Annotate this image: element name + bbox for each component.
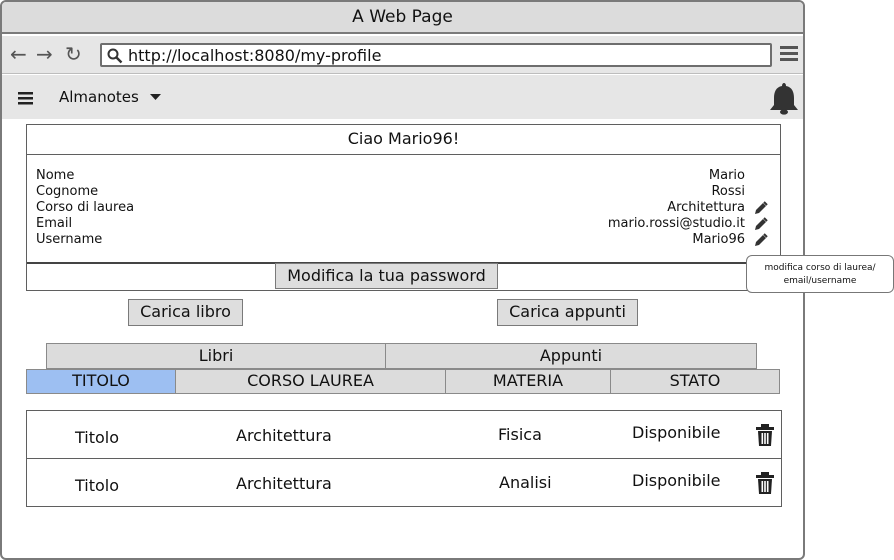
cell-corso: Architettura: [236, 426, 332, 445]
edit-tooltip: modifica corso di laurea/ email/username: [746, 255, 894, 293]
brand-dropdown[interactable]: Almanotes: [59, 87, 161, 107]
value-username: Mario96: [692, 232, 745, 247]
cell-materia: Analisi: [499, 473, 552, 492]
edit-email-pencil-icon[interactable]: [754, 217, 768, 231]
upload-notes-button[interactable]: Carica appunti: [497, 299, 638, 326]
tab-appunti[interactable]: Appunti: [385, 343, 757, 369]
url-field[interactable]: http://localhost:8080/my-profile: [100, 43, 772, 67]
value-cognome: Rossi: [711, 184, 745, 199]
profile-card: Ciao Mario96! Nome Cognome Corso di laur…: [26, 124, 781, 291]
browser-window: A Web Page ← → ↻ http://localhost:8080/m…: [0, 0, 805, 560]
column-stato[interactable]: STATO: [610, 369, 780, 394]
column-corso-laurea[interactable]: CORSO LAUREA: [175, 369, 446, 394]
forward-icon[interactable]: →: [36, 42, 53, 66]
cell-materia: Fisica: [498, 425, 542, 444]
browser-menu-icon[interactable]: [780, 46, 798, 62]
cell-titolo: Titolo: [75, 428, 120, 447]
window-title: A Web Page: [2, 2, 803, 34]
hamburger-icon[interactable]: [18, 92, 33, 105]
label-username: Username: [36, 232, 103, 247]
trash-icon[interactable]: [755, 472, 775, 495]
url-text: http://localhost:8080/my-profile: [128, 46, 382, 65]
profile-labels: Nome Cognome Corso di laurea Email Usern…: [36, 168, 134, 248]
cell-corso: Architettura: [236, 474, 332, 493]
label-cognome: Cognome: [36, 184, 99, 199]
table-row: Titolo Architettura Fisica Disponibile: [26, 410, 782, 459]
upload-book-button[interactable]: Carica libro: [128, 299, 243, 326]
reload-icon[interactable]: ↻: [65, 42, 82, 66]
edit-username-pencil-icon[interactable]: [754, 233, 768, 247]
edit-corso-pencil-icon[interactable]: [754, 201, 768, 215]
cell-stato: Disponibile: [632, 471, 721, 490]
value-email: mario.rossi@studio.it: [607, 216, 745, 231]
brand-label: Almanotes: [59, 88, 139, 106]
column-titolo[interactable]: TITOLO: [26, 369, 176, 394]
change-password-button[interactable]: Modifica la tua password: [275, 263, 498, 289]
tab-libri[interactable]: Libri: [46, 343, 386, 369]
profile-values: Mario Rossi Architettura mario.rossi@stu…: [608, 168, 745, 248]
back-icon[interactable]: ←: [10, 42, 27, 66]
value-corso: Architettura: [667, 200, 745, 215]
label-email: Email: [36, 216, 73, 231]
profile-greeting: Ciao Mario96!: [27, 125, 780, 155]
label-corso: Corso di laurea: [36, 200, 135, 215]
address-bar: ← → ↻ http://localhost:8080/my-profile: [2, 36, 803, 74]
cell-stato: Disponibile: [632, 423, 721, 442]
chevron-down-icon: [149, 94, 161, 100]
value-nome: Mario: [708, 168, 745, 183]
label-nome: Nome: [36, 168, 75, 183]
column-materia[interactable]: MATERIA: [445, 369, 611, 394]
app-menu-bar: Almanotes: [2, 75, 803, 119]
cell-titolo: Titolo: [75, 476, 120, 495]
trash-icon[interactable]: [755, 424, 775, 447]
table-row: Titolo Architettura Analisi Disponibile: [26, 458, 782, 507]
bell-icon[interactable]: [768, 81, 800, 115]
search-icon: [107, 48, 123, 64]
